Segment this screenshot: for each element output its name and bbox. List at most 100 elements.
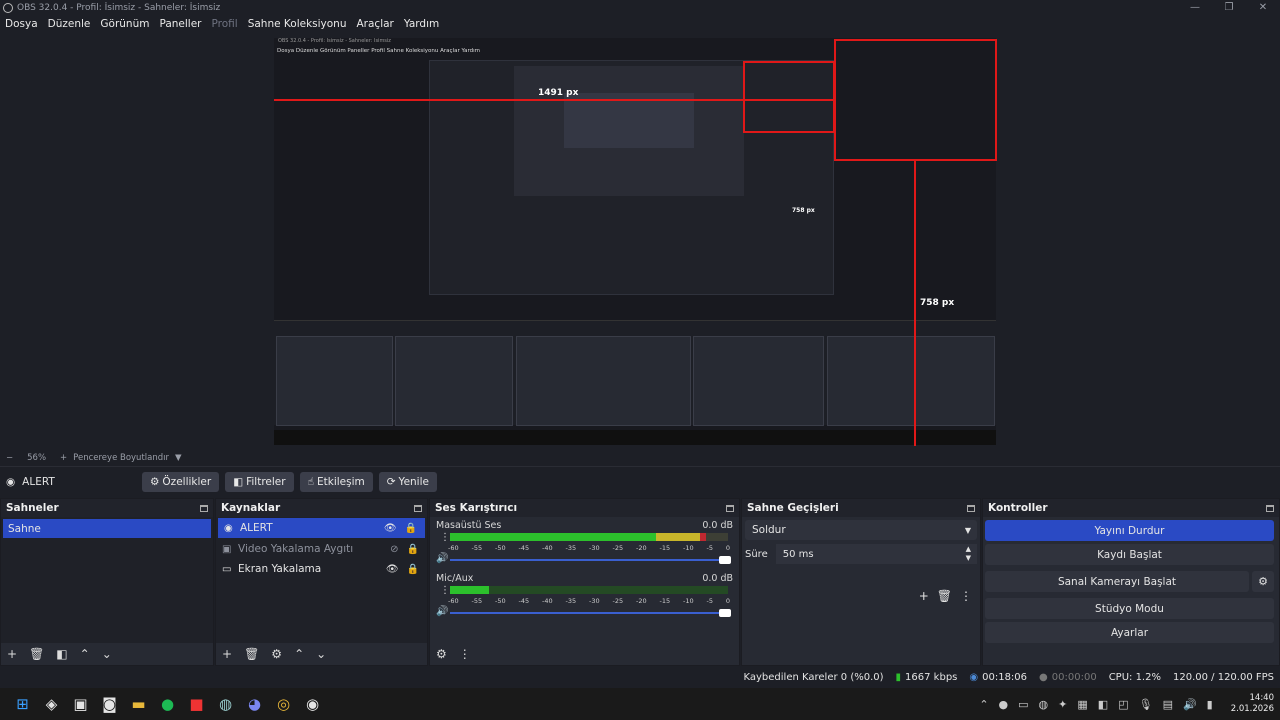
- filters-button[interactable]: ◧ Filtreler: [225, 471, 294, 492]
- obs-icon[interactable]: ◉: [298, 690, 327, 718]
- lock-icon[interactable]: 🔒: [407, 564, 419, 575]
- transition-tools: + 🗑 ⋮: [919, 589, 972, 603]
- chrome-icon[interactable]: ◎: [269, 690, 298, 718]
- trash-icon[interactable]: 🗑: [937, 589, 952, 603]
- lock-icon[interactable]: 🔒: [405, 523, 417, 534]
- fit-to-window[interactable]: Pencereye Boyutlandır: [73, 453, 169, 463]
- maximize-button[interactable]: ❐: [1212, 0, 1246, 15]
- zoom-dropdown-icon[interactable]: ▼: [175, 453, 182, 463]
- tray-app-icon[interactable]: ●: [999, 698, 1009, 711]
- network-icon[interactable]: ▤: [1163, 698, 1173, 711]
- battery-icon[interactable]: ▮: [1207, 698, 1213, 711]
- menu-help[interactable]: Yardım: [404, 18, 439, 30]
- spinner-icon[interactable]: ▲ ▼: [966, 545, 971, 563]
- menu-dots-icon[interactable]: ⋮: [960, 589, 972, 603]
- refresh-icon: ⟳: [386, 475, 396, 488]
- record-time: ● 00:00:00: [1039, 672, 1097, 683]
- nested-panel: [516, 336, 691, 426]
- undock-icon[interactable]: [726, 504, 734, 512]
- undock-icon[interactable]: [200, 504, 208, 512]
- menu-profile[interactable]: Profil: [212, 18, 238, 30]
- undock-icon[interactable]: [967, 504, 975, 512]
- move-down-icon[interactable]: ⌄: [316, 647, 326, 661]
- volume-slider[interactable]: [450, 556, 731, 564]
- lock-icon[interactable]: 🔒: [407, 544, 419, 555]
- menu-dots-icon[interactable]: ⋮: [459, 647, 471, 661]
- start-vcam-button[interactable]: Sanal Kamerayı Başlat: [985, 571, 1249, 592]
- menu-file[interactable]: Dosya: [5, 18, 38, 30]
- trash-icon[interactable]: 🗑: [244, 647, 259, 661]
- zoom-out-button[interactable]: −: [6, 453, 13, 463]
- discord-icon[interactable]: ◕: [240, 690, 269, 718]
- move-up-icon[interactable]: ⌃: [80, 647, 90, 661]
- eye-icon[interactable]: 👁: [384, 523, 397, 534]
- start-record-button[interactable]: Kaydı Başlat: [985, 544, 1274, 565]
- tray-app-icon[interactable]: ◍: [1039, 698, 1049, 711]
- speaker-icon[interactable]: 🔊: [436, 553, 448, 564]
- eye-icon[interactable]: 👁: [386, 564, 399, 575]
- menu-docks[interactable]: Paneller: [159, 18, 201, 30]
- spotify-icon[interactable]: ●: [153, 690, 182, 718]
- menu-dots-icon[interactable]: ⋮: [440, 585, 450, 596]
- studio-mode-button[interactable]: Stüdyo Modu: [985, 598, 1274, 619]
- preview-canvas[interactable]: OBS 32.0.4 - Profil: İsimsiz - Sahneler:…: [0, 33, 1280, 450]
- volume-knob[interactable]: [719, 609, 731, 617]
- source-item-alert[interactable]: ◉ ALERT 👁 🔒: [218, 518, 425, 538]
- close-button[interactable]: ✕: [1246, 0, 1280, 15]
- volume-icon[interactable]: 🔊: [1183, 698, 1197, 711]
- refresh-button[interactable]: ⟳ Yenile: [378, 471, 437, 492]
- interact-button[interactable]: ☝ Etkileşim: [299, 471, 373, 492]
- selection-box[interactable]: [834, 39, 997, 161]
- settings-button[interactable]: Ayarlar: [985, 622, 1274, 643]
- menu-edit[interactable]: Düzenle: [48, 18, 91, 30]
- controls-body: Yayını Durdur Kaydı Başlat Sanal Kameray…: [983, 517, 1279, 665]
- folder-icon[interactable]: ▬: [124, 690, 153, 718]
- windows-start-icon[interactable]: ⊞: [8, 690, 37, 718]
- undock-icon[interactable]: [414, 504, 422, 512]
- app-icon[interactable]: ◙: [95, 690, 124, 718]
- tray-app-icon[interactable]: ▭: [1018, 698, 1028, 711]
- eye-hidden-icon[interactable]: ⊘: [390, 544, 398, 555]
- app-icon[interactable]: ◈: [37, 690, 66, 718]
- app-icon[interactable]: ■: [182, 690, 211, 718]
- volume-slider[interactable]: [450, 609, 731, 617]
- volume-knob[interactable]: [719, 556, 731, 564]
- filters-label: Filtreler: [246, 475, 286, 488]
- duration-input[interactable]: 50 ms ▲ ▼: [775, 544, 977, 564]
- menu-view[interactable]: Görünüm: [100, 18, 149, 30]
- speaker-icon[interactable]: 🔊: [436, 606, 448, 617]
- menu-dots-icon[interactable]: ⋮: [440, 532, 450, 543]
- tray-app-icon[interactable]: ✦: [1058, 698, 1067, 711]
- source-toolbar: ◉ ALERT ⚙ Özellikler ◧ Filtreler ☝ Etkileşi…: [0, 466, 1280, 496]
- steam-icon[interactable]: ◍: [211, 690, 240, 718]
- advanced-audio-icon[interactable]: ⚙: [436, 647, 447, 661]
- source-item-screen-capture[interactable]: ▭ Ekran Yakalama 👁 🔒: [216, 559, 427, 579]
- filter-icon[interactable]: ◧: [56, 647, 67, 661]
- menu-scene-collection[interactable]: Sahne Koleksiyonu: [248, 18, 347, 30]
- tray-app-icon[interactable]: ◧: [1098, 698, 1108, 711]
- undock-icon[interactable]: [1266, 504, 1274, 512]
- gear-icon[interactable]: ⚙: [271, 647, 282, 661]
- scene-item[interactable]: Sahne: [3, 519, 211, 538]
- tray-app-icon[interactable]: ◰: [1118, 698, 1128, 711]
- clock[interactable]: 14:40 2.01.2026: [1231, 693, 1274, 715]
- app-icon[interactable]: ▣: [66, 690, 95, 718]
- add-scene-icon[interactable]: +: [7, 647, 17, 661]
- stop-stream-button[interactable]: Yayını Durdur: [985, 520, 1274, 541]
- add-transition-icon[interactable]: +: [919, 589, 929, 603]
- microphone-icon[interactable]: 🎙: [1139, 698, 1153, 711]
- menu-tools[interactable]: Araçlar: [357, 18, 394, 30]
- tray-app-icon[interactable]: ▦: [1077, 698, 1087, 711]
- minimize-button[interactable]: —: [1178, 0, 1212, 15]
- move-up-icon[interactable]: ⌃: [294, 647, 304, 661]
- nested-panel: [276, 336, 393, 426]
- source-item-video-capture[interactable]: ▣ Video Yakalama Aygıtı ⊘ 🔒: [216, 539, 427, 559]
- add-source-icon[interactable]: +: [222, 647, 232, 661]
- trash-icon[interactable]: 🗑: [29, 647, 44, 661]
- tray-chevron-icon[interactable]: ⌃: [979, 698, 988, 711]
- move-down-icon[interactable]: ⌄: [102, 647, 112, 661]
- transition-select[interactable]: Soldur ▼: [745, 520, 977, 540]
- zoom-in-button[interactable]: +: [60, 453, 67, 463]
- vcam-settings-icon[interactable]: ⚙: [1252, 571, 1274, 592]
- properties-button[interactable]: ⚙ Özellikler: [142, 471, 220, 492]
